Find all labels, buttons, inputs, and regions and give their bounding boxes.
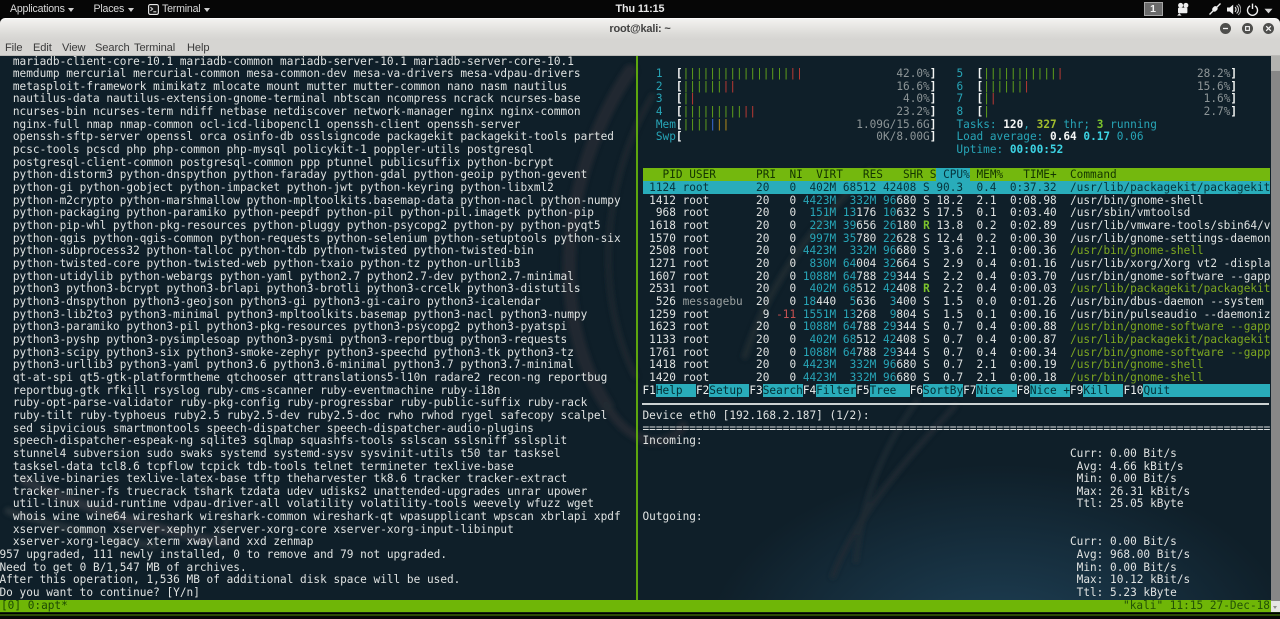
chevron-down-icon[interactable] bbox=[1264, 4, 1273, 18]
workspace-indicator[interactable]: 1 bbox=[1144, 2, 1163, 17]
minimize-button[interactable] bbox=[1220, 23, 1231, 34]
volume-icon[interactable] bbox=[1226, 2, 1241, 16]
tmux-vertical-divider bbox=[636, 56, 638, 612]
apt-pane[interactable]: mariadb-client-core-10.1 mariadb-common … bbox=[0, 56, 621, 600]
menu-help[interactable]: Help bbox=[187, 40, 209, 55]
close-button[interactable] bbox=[1263, 23, 1274, 34]
screen-recorder-icon[interactable] bbox=[1176, 2, 1190, 16]
menu-view[interactable]: View bbox=[62, 40, 85, 55]
htop-nload-pane[interactable]: 1 [|||||||||||||||||| 42.0%] 5 [||||||||… bbox=[643, 56, 1271, 600]
top-panel: Applications Places Terminal Thu 11:15 1 bbox=[0, 0, 1280, 18]
tmux-horizontal-divider bbox=[642, 403, 1269, 405]
scrollbar[interactable] bbox=[1271, 56, 1280, 613]
window-title: root@kali: ~ bbox=[0, 19, 1280, 41]
menu-edit[interactable]: Edit bbox=[33, 40, 52, 55]
menu-file[interactable]: File bbox=[5, 40, 22, 55]
tmux-host-clock: "kali" 11:15 27-Dec-18 bbox=[1123, 600, 1270, 613]
scrollbar-thumb[interactable] bbox=[1271, 56, 1280, 71]
menu-terminal[interactable]: Terminal bbox=[134, 40, 175, 55]
power-icon[interactable] bbox=[1246, 2, 1259, 16]
titlebar[interactable]: root@kali: ~ bbox=[0, 18, 1280, 41]
maximize-button[interactable] bbox=[1242, 23, 1253, 34]
terminal-screen[interactable]: mariadb-client-core-10.1 mariadb-common … bbox=[0, 56, 1280, 613]
tmux-session-label: [0] 0:apt* bbox=[1, 600, 68, 613]
menu-search[interactable]: Search bbox=[95, 40, 130, 55]
menubar: File Edit View Search Terminal Help bbox=[0, 40, 1280, 56]
tmux-status-bar: [0] 0:apt* "kali" 11:15 27-Dec-18 bbox=[0, 600, 1271, 613]
clock[interactable]: Thu 11:15 bbox=[0, 0, 1280, 18]
network-plug-icon[interactable] bbox=[1208, 2, 1222, 16]
scrollbar-bottom-stepper[interactable] bbox=[1271, 601, 1280, 613]
